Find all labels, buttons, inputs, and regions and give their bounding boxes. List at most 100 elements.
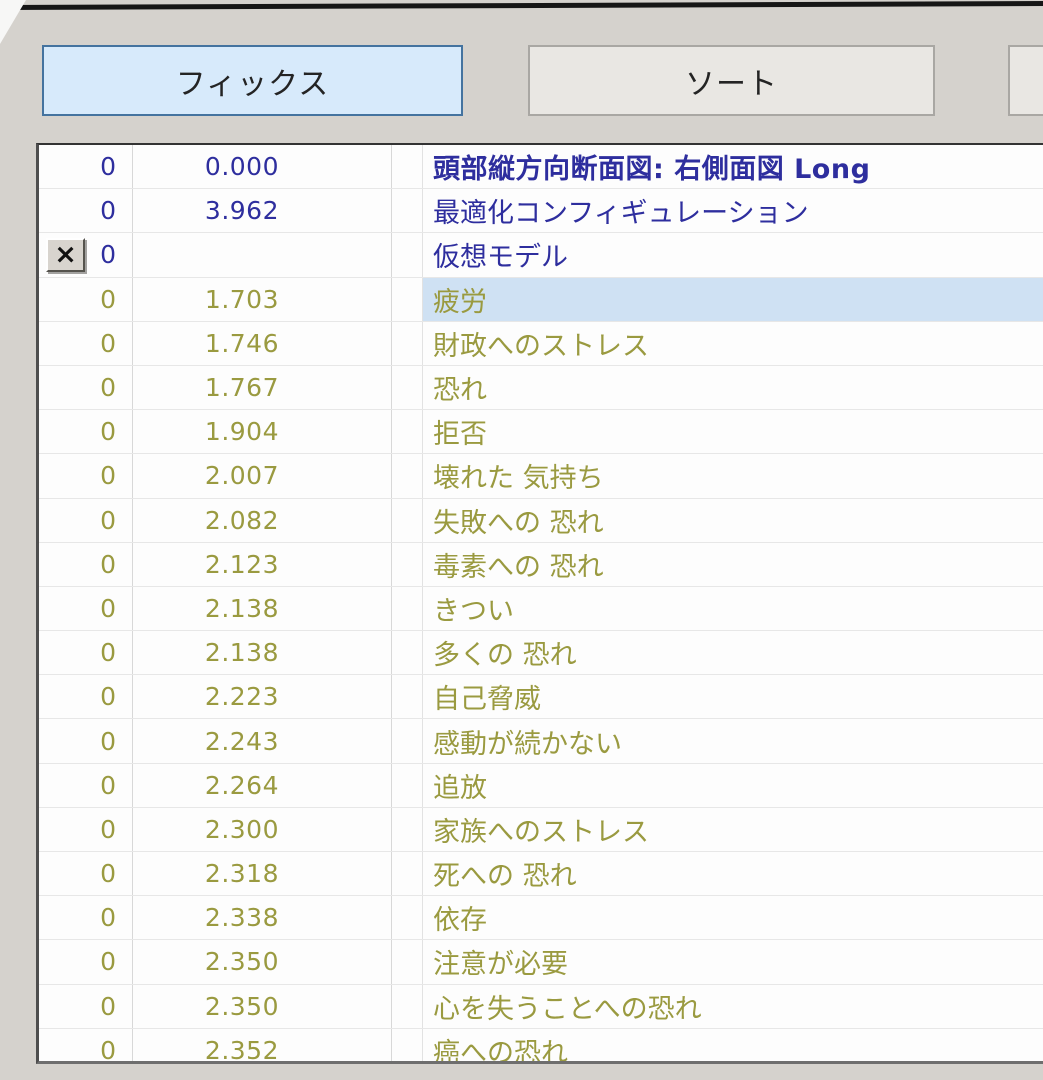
table-row[interactable]: 0 0.000 頭部縦方向断面図: 右側面図 Long <box>39 145 1043 190</box>
row-flag-cell[interactable]: 0 <box>39 277 133 321</box>
row-value-cell[interactable]: 3.962 <box>133 189 392 233</box>
row-label-cell[interactable]: 感動が続かない <box>423 719 1043 762</box>
row-flag-value: 0 <box>100 859 116 889</box>
row-value-cell[interactable] <box>133 233 392 277</box>
table-row[interactable]: 0 2.243 感動が続かない <box>39 719 1043 764</box>
row-value-cell[interactable]: 1.767 <box>133 365 392 410</box>
row-label-cell[interactable]: 頭部縦方向断面図: 右側面図 Long <box>423 145 1043 188</box>
row-value-cell[interactable]: 1.746 <box>133 321 392 365</box>
row-flag-cell[interactable]: 0 <box>39 940 133 984</box>
row-flag-cell[interactable]: 0 <box>39 807 133 851</box>
row-label-cell[interactable]: 拒否 <box>423 410 1043 453</box>
row-label-cell[interactable]: 追放 <box>423 764 1043 807</box>
row-label-cell[interactable]: 家族へのストレス <box>423 808 1043 851</box>
table-row[interactable]: 0 2.264 追放 <box>39 763 1043 808</box>
table-row[interactable]: 0 2.223 自己脅威 <box>39 675 1043 720</box>
row-label-cell[interactable]: 壊れた 気持ち <box>423 454 1043 497</box>
row-flag-value: 0 <box>100 196 116 226</box>
row-label: 癌への恐れ <box>433 1037 568 1064</box>
close-button[interactable]: × <box>46 237 85 272</box>
row-label-cell[interactable]: 死への 恐れ <box>423 852 1043 895</box>
row-flag-value: 0 <box>100 903 116 933</box>
table-row[interactable]: 0 2.318 死への 恐れ <box>39 852 1043 897</box>
row-label-cell[interactable]: 多くの 恐れ <box>423 631 1043 674</box>
row-value-cell[interactable]: 1.904 <box>133 410 392 454</box>
row-flag-cell[interactable]: 0 <box>39 763 133 807</box>
row-flag-value: 0 <box>100 682 116 712</box>
row-label-cell[interactable]: 毒素への 恐れ <box>423 543 1043 586</box>
row-value-cell[interactable]: 2.264 <box>133 763 392 807</box>
row-spacer-cell <box>392 498 423 542</box>
row-value: 2.243 <box>204 726 279 756</box>
row-flag-cell[interactable]: 0 <box>39 365 133 410</box>
sort-button[interactable]: ソート <box>528 45 935 116</box>
table-row[interactable]: 0 1.703 疲労 <box>39 277 1043 322</box>
row-value-cell[interactable]: 2.082 <box>133 498 392 542</box>
row-value-cell[interactable]: 1.703 <box>133 277 392 321</box>
table-row[interactable]: 0 2.350 心を失うことへの恐れ <box>39 984 1043 1029</box>
table-row[interactable]: 0 1.904 拒否 <box>39 410 1043 455</box>
row-label-cell[interactable]: 依存 <box>423 896 1043 939</box>
clipped-right-button[interactable] <box>1008 45 1043 116</box>
row-flag-cell[interactable]: 0 <box>39 542 133 586</box>
row-flag-cell[interactable]: 0 <box>39 852 133 896</box>
table-row[interactable]: 0 × 仮想モデル <box>39 233 1043 278</box>
row-label-cell[interactable]: 仮想モデル <box>423 233 1043 276</box>
row-label: 拒否 <box>433 419 487 451</box>
row-flag-cell[interactable]: 0 <box>39 896 133 940</box>
table-row[interactable]: 0 2.138 きつい <box>39 586 1043 632</box>
row-flag-cell[interactable]: 0 <box>39 586 133 631</box>
row-value-cell[interactable]: 2.243 <box>133 719 392 763</box>
row-flag-cell[interactable]: 0 <box>39 498 133 542</box>
row-flag-cell[interactable]: 0 × <box>39 233 133 277</box>
row-label-cell[interactable]: 癌への恐れ <box>423 1029 1043 1064</box>
row-value-cell[interactable]: 2.350 <box>133 940 392 984</box>
table-row[interactable]: 0 2.138 多くの 恐れ <box>39 631 1043 676</box>
row-flag-cell[interactable]: 0 <box>39 189 133 233</box>
row-value-cell[interactable]: 2.138 <box>133 631 392 675</box>
row-value-cell[interactable]: 2.352 <box>133 1028 392 1061</box>
row-flag-cell[interactable]: 0 <box>39 675 133 719</box>
row-value: 2.350 <box>204 947 279 977</box>
row-flag-cell[interactable]: 0 <box>39 454 133 498</box>
row-label-cell[interactable]: 自己脅威 <box>423 675 1043 718</box>
row-flag-value: 0 <box>100 814 116 844</box>
row-flag-cell[interactable]: 0 <box>39 631 133 675</box>
table-row[interactable]: 0 2.350 注意が必要 <box>39 940 1043 985</box>
row-spacer-cell <box>392 984 423 1028</box>
row-flag-cell[interactable]: 0 <box>39 321 133 365</box>
table-row[interactable]: 0 1.746 財政へのストレス <box>39 321 1043 366</box>
table-row[interactable]: 0 1.767 恐れ <box>39 365 1043 411</box>
row-flag-cell[interactable]: 0 <box>39 1028 133 1061</box>
row-label-cell[interactable]: 失敗への 恐れ <box>423 499 1043 542</box>
row-label-cell[interactable]: きつい <box>423 587 1043 630</box>
row-value-cell[interactable]: 2.318 <box>133 852 392 896</box>
row-flag-cell[interactable]: 0 <box>39 984 133 1028</box>
row-value-cell[interactable]: 2.338 <box>133 896 392 940</box>
row-label-cell[interactable]: 注意が必要 <box>423 940 1043 983</box>
table-row[interactable]: 0 2.007 壊れた 気持ち <box>39 454 1043 499</box>
row-spacer-cell <box>392 852 423 896</box>
table-row[interactable]: 0 2.082 失敗への 恐れ <box>39 498 1043 543</box>
table-row[interactable]: 0 2.123 毒素への 恐れ <box>39 542 1043 587</box>
row-value-cell[interactable]: 2.123 <box>133 542 392 586</box>
table-row[interactable]: 0 3.962 最適化コンフィギュレーション <box>39 189 1043 234</box>
row-label-cell[interactable]: 財政へのストレス <box>423 322 1043 365</box>
row-flag-cell[interactable]: 0 <box>39 145 133 189</box>
table-row[interactable]: 0 2.300 家族へのストレス <box>39 807 1043 852</box>
row-value-cell[interactable]: 2.223 <box>133 675 392 719</box>
fix-button[interactable]: フィックス <box>42 45 463 116</box>
row-label-cell[interactable]: 心を失うことへの恐れ <box>423 985 1043 1028</box>
row-value-cell[interactable]: 0.000 <box>133 145 392 189</box>
row-label-cell-selected[interactable]: 疲労 <box>423 277 1043 321</box>
row-label-cell[interactable]: 恐れ <box>423 366 1043 409</box>
table-row[interactable]: 0 2.338 依存 <box>39 896 1043 941</box>
row-flag-cell[interactable]: 0 <box>39 410 133 454</box>
table-row[interactable]: 0 2.352 癌への恐れ <box>39 1028 1043 1064</box>
row-label-cell[interactable]: 最適化コンフィギュレーション <box>423 189 1043 232</box>
row-flag-cell[interactable]: 0 <box>39 719 133 763</box>
row-value-cell[interactable]: 2.350 <box>133 984 392 1028</box>
row-value-cell[interactable]: 2.007 <box>133 454 392 498</box>
row-value-cell[interactable]: 2.300 <box>133 807 392 851</box>
row-value-cell[interactable]: 2.138 <box>133 586 392 631</box>
